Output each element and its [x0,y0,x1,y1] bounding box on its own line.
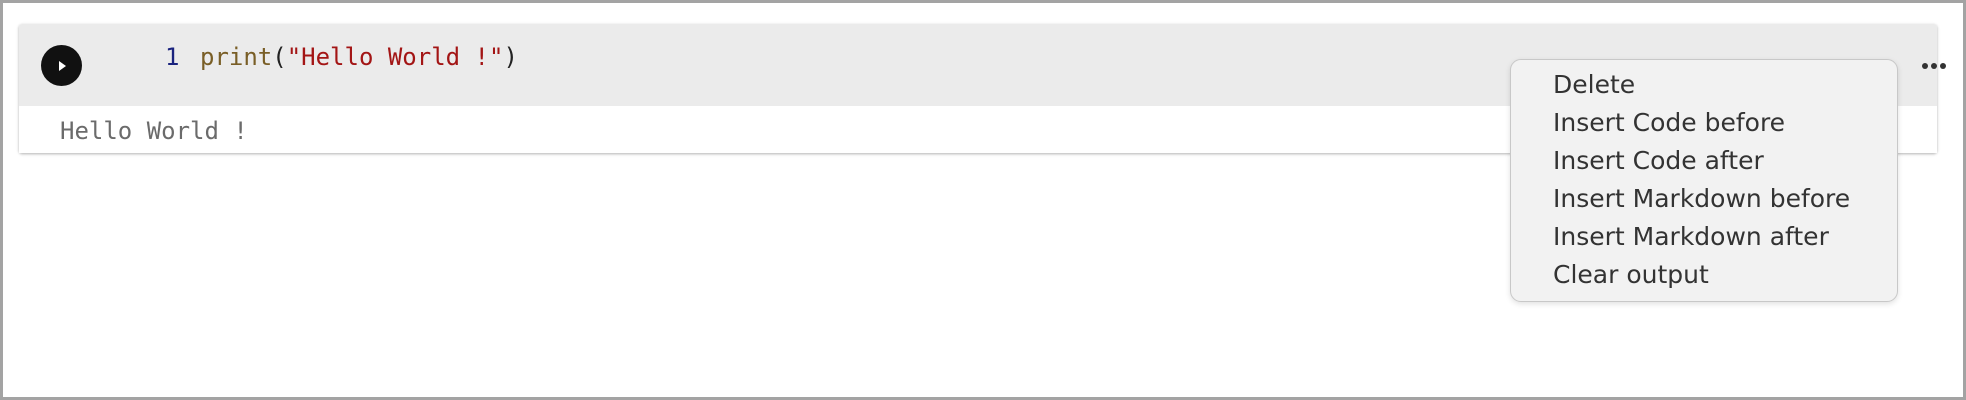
play-icon [58,60,66,71]
more-horizontal-icon [1931,63,1937,69]
run-cell-button[interactable] [41,45,82,86]
code-token-close-paren: ) [503,43,518,71]
menu-item-insert-code-before[interactable]: Insert Code before [1511,104,1897,142]
window-frame: 1 print("Hello World !") Hello World ! D… [0,0,1966,400]
menu-item-insert-code-after[interactable]: Insert Code after [1511,142,1897,180]
cell-context-menu: Delete Insert Code before Insert Code af… [1510,59,1898,302]
code-token-open-paren: ( [272,43,287,71]
code-token-string: "Hello World !" [286,43,504,71]
menu-item-insert-markdown-after[interactable]: Insert Markdown after [1511,218,1897,256]
more-horizontal-icon [1940,63,1946,69]
code-editor-line[interactable]: print("Hello World !") [200,42,518,72]
menu-item-delete[interactable]: Delete [1511,66,1897,104]
menu-item-insert-markdown-before[interactable]: Insert Markdown before [1511,180,1897,218]
more-horizontal-icon [1922,63,1928,69]
line-number: 1 [165,43,180,71]
code-token-function: print [200,43,273,71]
menu-item-clear-output[interactable]: Clear output [1511,256,1897,294]
more-options-button[interactable] [1917,54,1951,78]
output-text: Hello World ! [60,117,248,145]
